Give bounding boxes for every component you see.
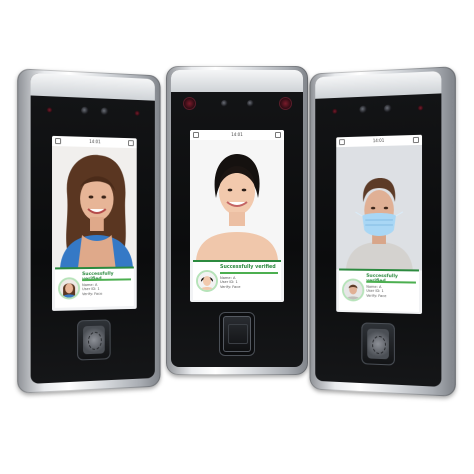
face-capture-photo: [336, 144, 423, 271]
left-screen: 14:01 Successfully Name: A User ID: 1 Ve…: [52, 135, 137, 311]
right-terminal: 14:01 Successfully Name: A User ID: 1 Ve…: [309, 66, 456, 397]
camera-icon: [359, 105, 368, 114]
camera-icon: [247, 100, 254, 107]
face-capture-photo: [190, 140, 284, 260]
infrared-led-icon: [417, 105, 424, 111]
fingerprint-sensor-icon[interactable]: [219, 312, 255, 356]
settings-icon[interactable]: [128, 140, 134, 147]
right-screen: 14:01 Successfully Name: A User ID: 1 Ve…: [336, 134, 423, 315]
face-capture-photo: [52, 145, 137, 268]
verification-card: Successfully verified Name: A User ID: 1…: [339, 268, 419, 312]
woman-portrait: [190, 140, 284, 260]
verified-underline: [220, 272, 278, 274]
settings-icon[interactable]: [275, 132, 281, 138]
fingerprint-pattern: [372, 335, 386, 355]
fingerprint-sensor-icon[interactable]: [361, 322, 395, 366]
camera-icon: [383, 104, 392, 113]
infrared-led-icon: [183, 97, 196, 110]
info-verify: Verify: Face: [366, 293, 387, 299]
masked-man-portrait: [336, 144, 423, 271]
camera-icon: [100, 107, 109, 116]
middle-terminal: 14:01 Successfully verified Name: A User…: [166, 66, 308, 375]
verified-message: Successfully verified: [220, 265, 276, 270]
user-info: Name: A User ID: 1 Verify: Face: [220, 276, 240, 289]
left-terminal: 14:01 Successfully Name: A User ID: 1 Ve…: [17, 68, 161, 394]
avatar: [196, 270, 218, 292]
clock-time: 14:01: [231, 132, 243, 137]
infrared-led-icon: [46, 107, 53, 113]
fingerprint-sensor-icon[interactable]: [77, 319, 111, 361]
left-terminal-face: 14:01 Successfully Name: A User ID: 1 Ve…: [30, 73, 155, 384]
camera-icon: [221, 100, 228, 107]
user-info: Name: A User ID: 1 Verify: Face: [82, 283, 102, 297]
infrared-led-icon: [332, 108, 338, 114]
avatar: [341, 278, 365, 302]
status-bar: 14:01: [190, 130, 284, 140]
avatar: [58, 277, 81, 300]
user-info: Name: A User ID: 1 Verify: Face: [366, 285, 386, 299]
right-terminal-face: 14:01 Successfully Name: A User ID: 1 Ve…: [315, 70, 442, 387]
info-verify: Verify: Face: [82, 291, 103, 297]
middle-top-light-bar: [171, 70, 303, 92]
clock-time: 14:01: [372, 137, 385, 144]
infrared-led-icon: [134, 110, 140, 116]
middle-terminal-face: 14:01 Successfully verified Name: A User…: [171, 70, 303, 367]
verification-card: Successfully verified Name: A User ID: 1…: [55, 266, 134, 308]
fingerprint-window-inner: [228, 324, 248, 344]
middle-screen: 14:01 Successfully verified Name: A User…: [190, 130, 284, 302]
woman-portrait: [52, 145, 137, 268]
clock-time: 14:01: [89, 138, 101, 145]
left-top-light-bar: [30, 73, 155, 101]
camera-icon: [81, 106, 90, 115]
right-top-light-bar: [315, 70, 442, 99]
verification-card: Successfully verified Name: A User ID: 1…: [193, 260, 281, 300]
infrared-led-icon: [279, 97, 292, 110]
settings-icon[interactable]: [412, 136, 419, 144]
info-verify: Verify: Face: [220, 284, 241, 289]
